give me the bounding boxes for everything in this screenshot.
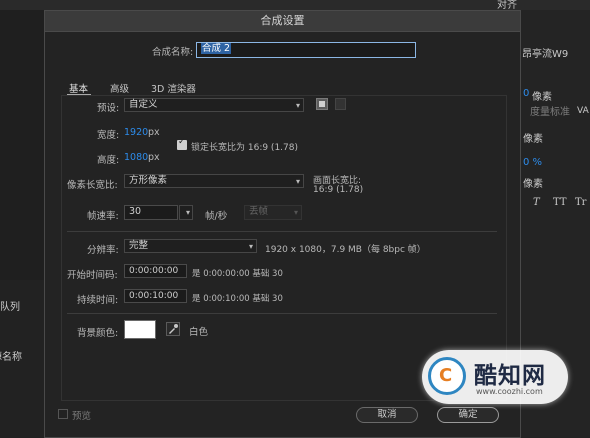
delete-preset-icon[interactable] [335, 98, 346, 110]
bg-unit-label: 像素 [532, 92, 552, 103]
save-preset-icon[interactable] [316, 98, 328, 110]
watermark-name: 酷知网 [474, 363, 546, 389]
bg-percent-value[interactable]: 0 % [523, 157, 542, 168]
preset-label: 预设: [97, 103, 120, 114]
frame-aspect-value: 16:9 (1.78) [313, 185, 364, 195]
frame-rate-dropdown[interactable]: ▾ [179, 205, 193, 220]
preview-checkbox[interactable] [58, 409, 68, 419]
eyedropper-icon[interactable] [166, 322, 180, 336]
width-label: 宽度: [97, 130, 120, 141]
bg-pixel-label: 像素 [523, 179, 543, 190]
preset-dropdown[interactable]: 自定义 ▾ [124, 98, 304, 112]
start-timecode-info: 是 0:00:00:00 基础 30 [192, 269, 283, 279]
lock-ratio-checkbox[interactable]: ✓ [177, 137, 187, 150]
bg-source-name: 源名称 [0, 352, 22, 363]
height-label: 高度: [97, 155, 120, 166]
comp-name-input[interactable]: 合成 2 [196, 42, 416, 58]
start-timecode-value: 0:00:00:00 [129, 266, 179, 276]
pixel-aspect-value: 方形像素 [129, 175, 168, 186]
duration-value: 0:00:10:00 [129, 291, 179, 301]
watermark: C 酷知网 www.coozhi.com [422, 350, 568, 404]
start-timecode-label: 开始时间码: [67, 270, 118, 281]
bg-font-name[interactable]: 昂亭流W9 [522, 45, 568, 60]
duration-info: 是 0:00:10:00 基础 30 [192, 294, 283, 304]
frame-rate-input[interactable]: 30 [124, 205, 178, 220]
resolution-dropdown[interactable]: 完整 ▾ [124, 239, 257, 253]
bg-size-value[interactable]: 0 [523, 88, 529, 99]
resolution-info: 1920 x 1080，7.9 MB（每 8bpc 帧） [265, 245, 426, 255]
tab-3d-renderer[interactable]: 3D 渲染器 [151, 81, 196, 95]
resolution-value: 完整 [129, 240, 149, 251]
tab-basic[interactable]: 基本 [69, 81, 88, 95]
type-t-icon[interactable]: T [533, 197, 540, 208]
checkmark-icon: ✓ [178, 137, 186, 147]
duration-label: 持续时间: [77, 295, 119, 306]
separator [67, 313, 497, 314]
type-tr-icon[interactable]: Tr [575, 197, 586, 208]
ok-button[interactable]: 确定 [437, 407, 499, 423]
frame-rate-value: 30 [129, 206, 142, 217]
start-timecode-input[interactable]: 0:00:00:00 [124, 264, 187, 278]
separator [67, 231, 497, 232]
tab-advanced[interactable]: 高级 [110, 81, 129, 95]
pixel-aspect-dropdown[interactable]: 方形像素 ▾ [124, 174, 304, 188]
preview-label: 预览 [72, 411, 92, 422]
bg-va-label: VA [577, 106, 589, 116]
comp-name-value: 合成 2 [201, 43, 232, 54]
chevron-down-icon: ▾ [295, 101, 300, 110]
lock-ratio-label: 锁定长宽比为 16:9 (1.78) [191, 143, 298, 153]
frame-rate-label: 帧速率: [87, 211, 119, 222]
chevron-down-icon: ▾ [185, 208, 190, 217]
resolution-label: 分辨率: [87, 245, 119, 256]
width-unit: px [148, 127, 160, 138]
type-tt-icon[interactable]: TT [553, 197, 567, 208]
chevron-down-icon: ▾ [248, 242, 253, 251]
width-value[interactable]: 1920 [124, 127, 148, 138]
drop-frame-value: 丢帧 [249, 206, 269, 217]
height-value[interactable]: 1080 [124, 152, 148, 163]
bg-color-swatch[interactable] [124, 320, 156, 339]
watermark-logo-icon: C [428, 357, 466, 395]
bg-color-label: 背景颜色: [77, 328, 119, 339]
duration-input[interactable]: 0:00:10:00 [124, 289, 187, 303]
cancel-button[interactable]: 取消 [356, 407, 418, 423]
bg-size-label: 像素 [523, 134, 543, 145]
drop-frame-dropdown: 丢帧 ▾ [244, 205, 302, 220]
watermark-url: www.coozhi.com [476, 387, 543, 396]
height-unit: px [148, 152, 160, 163]
preset-value: 自定义 [129, 99, 158, 110]
chevron-down-icon: ▾ [293, 208, 298, 217]
bg-queue-label[interactable]: 渲染队列 [0, 298, 20, 313]
chevron-down-icon: ▾ [295, 177, 300, 186]
dialog-title: 合成设置 [45, 11, 520, 32]
bg-color-name: 白色 [189, 327, 209, 338]
bg-track-label: 度量标准 [530, 107, 570, 118]
fps-unit: 帧/秒 [205, 211, 228, 222]
comp-name-label: 合成名称: [152, 47, 194, 58]
pixel-aspect-label: 像素长宽比: [67, 180, 118, 191]
